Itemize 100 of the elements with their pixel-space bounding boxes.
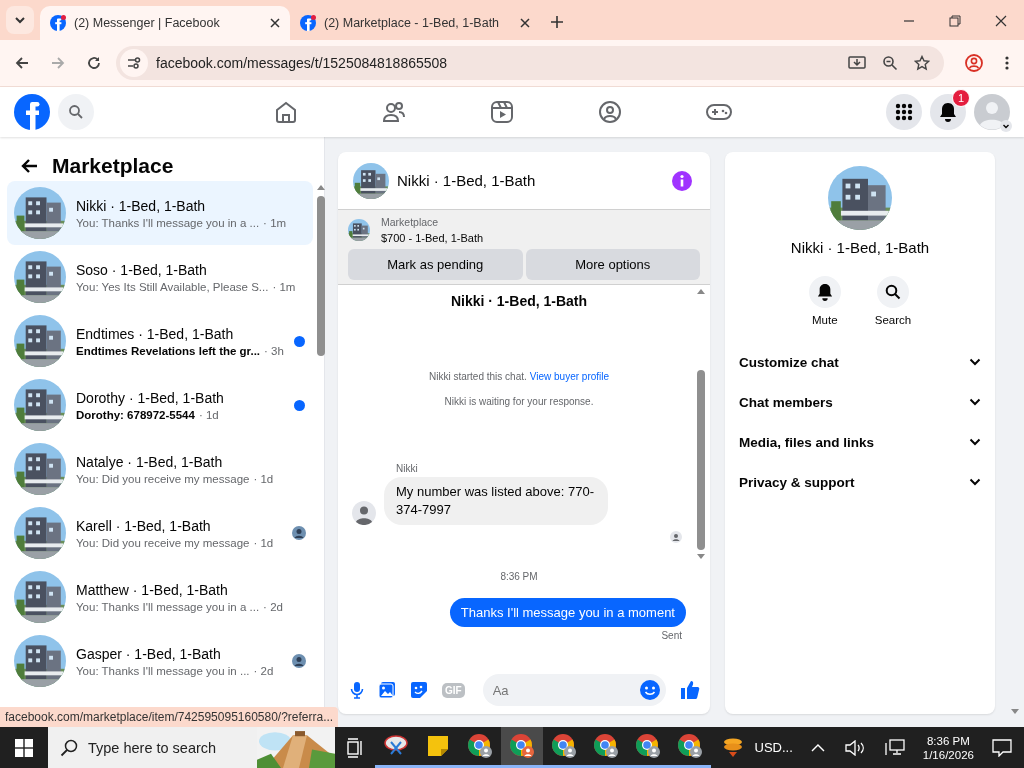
bell-icon xyxy=(939,102,957,122)
message-preview: You: Thanks I'll message you in a ... xyxy=(76,600,260,613)
search-icon xyxy=(885,284,901,300)
microphone-icon[interactable] xyxy=(350,681,364,699)
read-receipt-icon xyxy=(670,531,682,543)
listing-title: $700 - 1-Bed, 1-Bath xyxy=(381,232,484,244)
home-icon[interactable] xyxy=(274,100,298,124)
groups-icon[interactable] xyxy=(598,100,622,124)
message-preview: Endtimes Revelations left the gr... xyxy=(76,344,261,357)
task-view-icon[interactable] xyxy=(344,737,365,758)
back-arrow-icon[interactable] xyxy=(20,158,38,174)
chevron-down-icon xyxy=(969,358,981,366)
message-bubble: My number was listed above: 770-374-7997 xyxy=(384,477,608,525)
message-time: · 1d xyxy=(253,536,274,549)
tab-list-button[interactable] xyxy=(6,6,34,34)
chevron-up-icon[interactable] xyxy=(810,742,825,753)
chevron-down-icon xyxy=(969,398,981,406)
section-header[interactable]: Privacy & support xyxy=(739,462,981,502)
browser-icon xyxy=(592,733,619,759)
close-icon[interactable] xyxy=(270,18,280,28)
conversation-name: Gasper · 1-Bed, 1-Bath xyxy=(76,645,222,662)
profile-icon[interactable] xyxy=(964,53,984,73)
site-settings-icon[interactable] xyxy=(126,55,142,71)
sticker-icon[interactable] xyxy=(410,681,428,699)
action-button[interactable] xyxy=(877,276,909,308)
browser-tab[interactable]: (2) Messenger | Facebook xyxy=(40,6,290,40)
bell-icon xyxy=(816,283,833,301)
facebook-logo-icon xyxy=(50,15,66,31)
close-icon[interactable] xyxy=(520,18,530,28)
emoji-icon[interactable] xyxy=(640,680,660,700)
chat-title: Nikki · 1-Bed, 1-Bath xyxy=(397,172,536,189)
message-preview: You: Did you receive my message xyxy=(76,536,250,549)
restore-icon[interactable] xyxy=(949,15,961,27)
panel-title: Marketplace xyxy=(52,154,174,178)
listing-action-button[interactable]: Mark as pending xyxy=(348,249,523,280)
conversation-item[interactable]: Endtimes · 1-Bed, 1-Bath Endtimes Revelations left the gr... · 3h xyxy=(7,309,313,373)
contact-name: Nikki · 1-Bed, 1-Bath xyxy=(790,239,930,256)
address-bar[interactable]: facebook.com/messages/t/1525084818865508 xyxy=(116,46,944,80)
close-icon[interactable] xyxy=(995,15,1007,27)
section-header[interactable]: Customize chat xyxy=(739,342,981,382)
menu-button[interactable] xyxy=(886,94,922,130)
view-profile-link[interactable]: View buyer profile xyxy=(529,371,610,382)
conversation-item[interactable]: Soso · 1-Bed, 1-Bath You: Yes Its Still Available, Please S... · 1m xyxy=(7,245,313,309)
facebook-logo-icon xyxy=(300,15,316,31)
conversation-item[interactable]: Nikki · 1-Bed, 1-Bath You: Thanks I'll message you in a ... · 1m xyxy=(7,181,313,245)
avatar-icon xyxy=(352,501,376,525)
message-time: · 2d xyxy=(263,600,283,613)
conversation-name: Karell · 1-Bed, 1-Bath xyxy=(76,517,212,534)
message-preview: Dorothy: 678972-5544 xyxy=(76,408,195,421)
notification-badge: 1 xyxy=(952,89,970,107)
conversation-item[interactable]: Natalye · 1-Bed, 1-Bath You: Did you receive my message · 1d xyxy=(7,437,313,501)
new-tab-icon[interactable] xyxy=(550,15,564,29)
message-preview: You: Thanks I'll message you in a ... xyxy=(76,216,260,229)
conversation-item[interactable]: Matthew · 1-Bed, 1-Bath You: Thanks I'll message you in a ... · 2d xyxy=(7,565,313,629)
bookmark-star-icon[interactable] xyxy=(914,55,930,71)
caret-icon xyxy=(1000,120,1012,132)
network-icon[interactable] xyxy=(884,738,905,757)
browser-tab[interactable]: (2) Marketplace - 1-Bed, 1-Bath xyxy=(290,6,540,40)
photo-icon[interactable] xyxy=(378,681,396,699)
message-time: · 1d xyxy=(198,408,219,421)
friends-icon[interactable] xyxy=(382,100,406,124)
message-time: · 3h xyxy=(264,344,284,357)
section-header[interactable]: Chat members xyxy=(739,382,981,422)
chat-intro-title: Nikki · 1-Bed, 1-Bath xyxy=(450,293,588,309)
conversation-name: Soso · 1-Bed, 1-Bath xyxy=(76,261,208,278)
message-input[interactable]: Aa xyxy=(482,674,666,706)
conversation-name: Endtimes · 1-Bed, 1-Bath xyxy=(76,325,235,342)
video-icon[interactable] xyxy=(490,100,514,124)
notifications-button[interactable] xyxy=(930,94,966,130)
thumbs-up-icon[interactable] xyxy=(680,680,700,700)
conversation-item[interactable]: Gasper · 1-Bed, 1-Bath You: Thanks I'll message you in ... · 2d xyxy=(7,629,313,693)
message-preview: You: Did you receive my message xyxy=(76,472,250,485)
conversation-item[interactable]: Dorothy · 1-Bed, 1-Bath Dorothy: 678972-5544 · 1d xyxy=(7,373,313,437)
taskbar-app[interactable] xyxy=(500,727,543,768)
conversation-item[interactable]: Karell · 1-Bed, 1-Bath You: Did you receive my message · 1d xyxy=(7,501,313,565)
browser-icon xyxy=(466,733,493,759)
sender-name: Nikki xyxy=(396,463,419,474)
conversation-name: Natalye · 1-Bed, 1-Bath xyxy=(76,453,224,470)
reload-icon[interactable] xyxy=(86,55,102,71)
more-menu-icon[interactable] xyxy=(1004,55,1010,71)
taskbar-search-field[interactable]: Type here to search xyxy=(47,727,335,768)
facebook-logo-icon[interactable] xyxy=(14,94,50,130)
section-header[interactable]: Media, files and links xyxy=(739,422,981,462)
volume-icon[interactable] xyxy=(844,739,865,756)
tab-title: (2) Marketplace - 1-Bed, 1-Bath xyxy=(324,16,501,30)
tray-app-label[interactable]: USD... xyxy=(754,740,793,755)
avatar-icon xyxy=(974,94,1010,130)
clock[interactable]: 8:36 PM 1/16/2026 xyxy=(922,734,974,761)
conversation-name: Dorothy · 1-Bed, 1-Bath xyxy=(76,389,225,406)
sticky-notes-icon xyxy=(426,735,449,757)
zoom-icon[interactable] xyxy=(882,55,898,71)
notification-center-icon[interactable] xyxy=(991,738,1012,757)
action-button[interactable] xyxy=(808,276,841,308)
listing-action-button[interactable]: More options xyxy=(525,249,700,280)
install-app-icon[interactable] xyxy=(848,55,866,71)
info-icon[interactable] xyxy=(672,170,692,191)
message-status: Sent xyxy=(661,630,682,641)
back-icon[interactable] xyxy=(14,55,30,71)
search-button[interactable] xyxy=(58,94,94,130)
message-preview: You: Yes Its Still Available, Please S... xyxy=(76,280,269,293)
